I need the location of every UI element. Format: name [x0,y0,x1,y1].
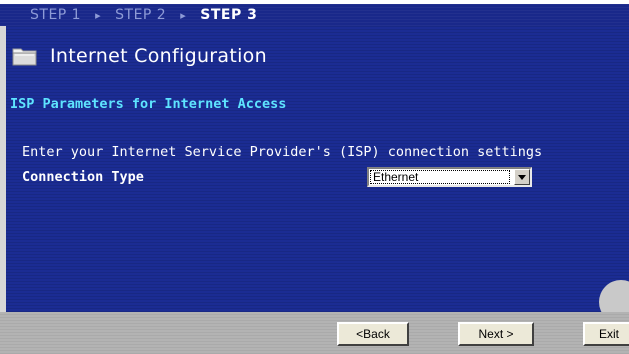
step-1: STEP 1 [30,7,82,23]
connection-type-select[interactable]: Ethernet [367,167,532,187]
step-separator-icon: ▸ [180,8,187,22]
page-title: Internet Configuration [50,45,267,67]
description-text: Enter your Internet Service Provider's (… [22,144,543,160]
step-separator-icon: ▸ [95,8,102,22]
dropdown-arrow-icon[interactable] [514,169,530,185]
connection-type-label: Connection Type [22,169,144,185]
title-row: Internet Configuration [12,44,267,68]
section-title: ISP Parameters for Internet Access [10,96,287,112]
configuration-panel: Internet Configuration ISP Parameters fo… [0,26,629,324]
folder-icon [12,48,37,66]
wizard-steps: STEP 1 ▸ STEP 2 ▸ STEP 3 [0,4,629,26]
step-2: STEP 2 [115,7,167,23]
back-button[interactable]: <Back [337,322,409,346]
exit-button[interactable]: Exit [583,322,629,346]
chevron-down-icon [518,174,526,180]
step-3: STEP 3 [200,7,258,23]
button-bar: <Back Next > Exit [0,312,629,354]
next-button[interactable]: Next > [458,322,534,346]
connection-type-value: Ethernet [370,170,510,184]
